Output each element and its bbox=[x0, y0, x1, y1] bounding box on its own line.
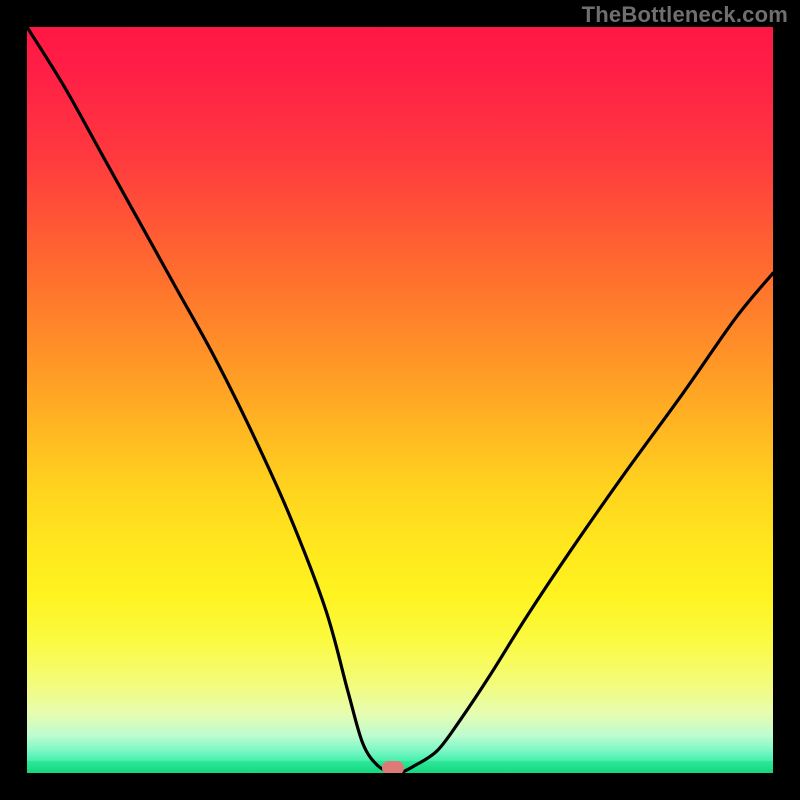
watermark-text: TheBottleneck.com bbox=[582, 2, 788, 28]
plot-area bbox=[27, 27, 773, 773]
optimum-marker bbox=[382, 761, 404, 773]
heat-gradient bbox=[27, 27, 773, 773]
chart-stage: TheBottleneck.com bbox=[0, 0, 800, 800]
